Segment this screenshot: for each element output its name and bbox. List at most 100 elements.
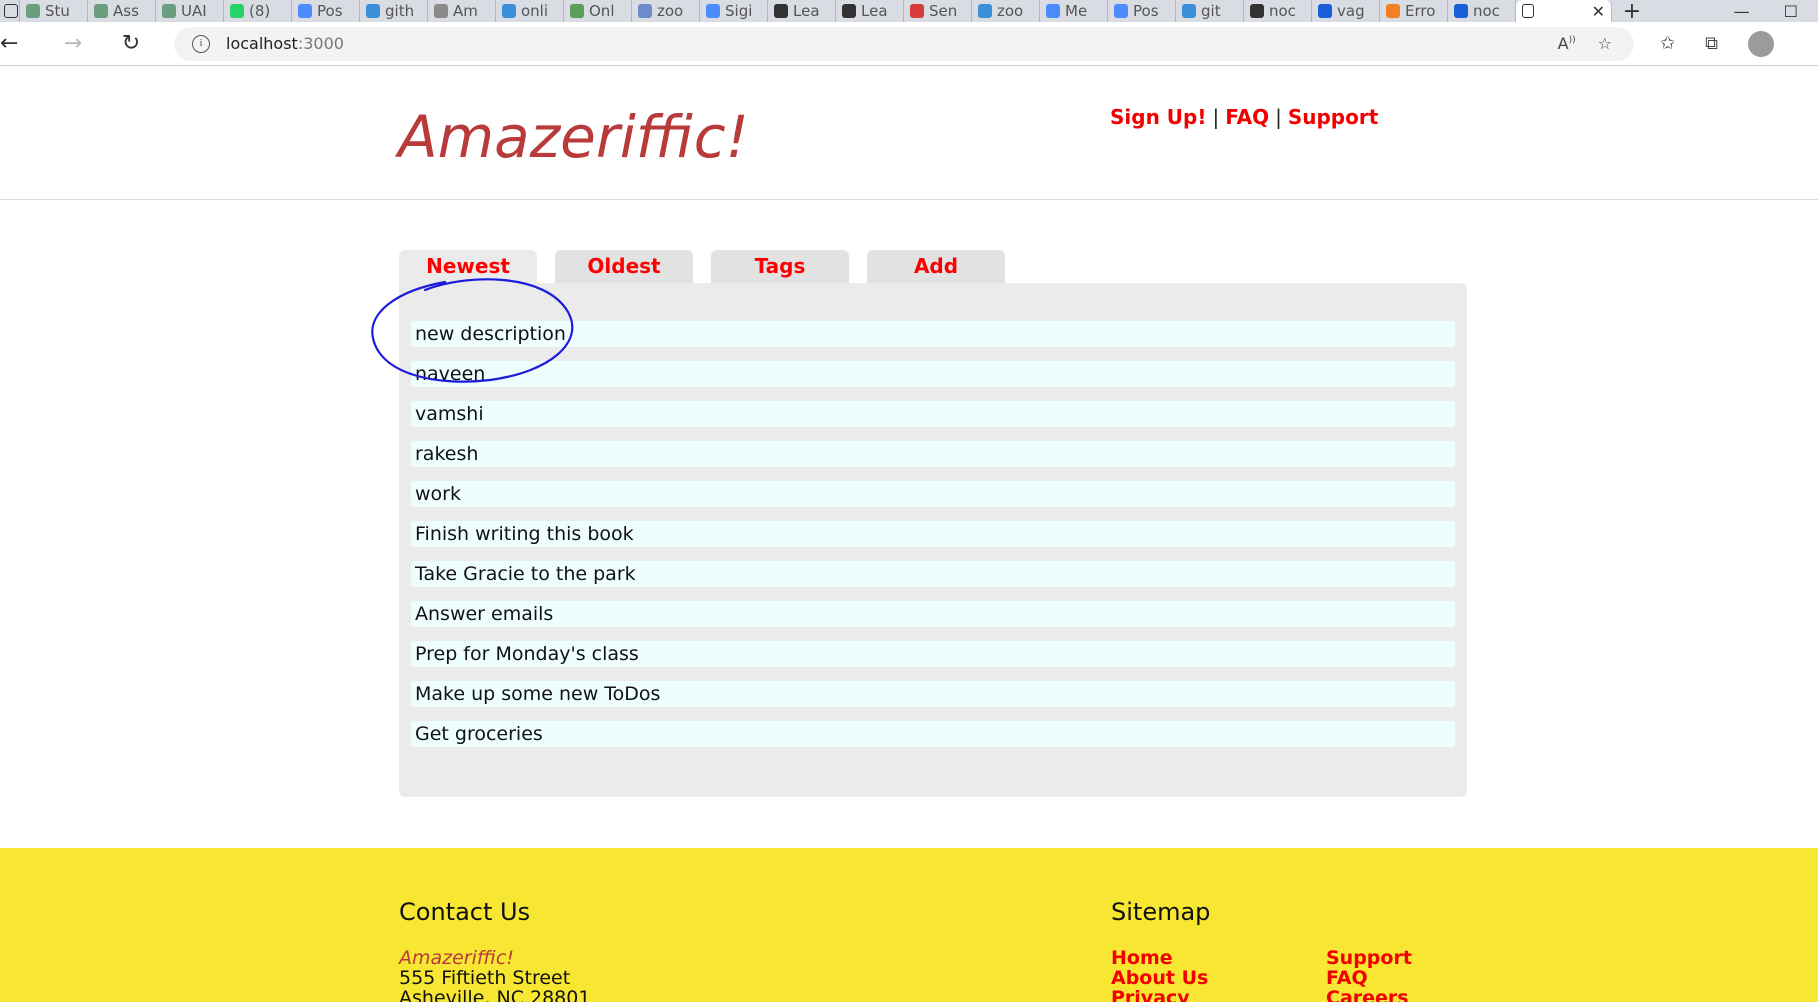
github-icon bbox=[842, 4, 856, 18]
browser-tab[interactable]: Ass bbox=[88, 0, 156, 22]
search-icon bbox=[1454, 4, 1468, 18]
browser-tab[interactable]: Stu bbox=[20, 0, 88, 22]
browser-tab[interactable]: Me bbox=[1040, 0, 1108, 22]
browser-tab[interactable]: UAI bbox=[156, 0, 224, 22]
profile-avatar[interactable] bbox=[1747, 30, 1774, 57]
browser-tab-partial[interactable] bbox=[0, 0, 20, 22]
browser-tab[interactable]: Sen bbox=[904, 0, 972, 22]
browser-tab-label: Pos bbox=[317, 2, 343, 20]
browser-tab[interactable]: Erro bbox=[1380, 0, 1448, 22]
browser-tab-label: Stu bbox=[45, 2, 70, 20]
todo-item: Answer emails bbox=[411, 601, 1455, 627]
forward-button[interactable]: → bbox=[50, 22, 96, 66]
url-port: :3000 bbox=[297, 34, 344, 53]
sitemap-careers-link[interactable]: Careers bbox=[1326, 988, 1412, 1002]
browser-tab-label: Me bbox=[1065, 2, 1088, 20]
sitemap-support-link[interactable]: Support bbox=[1326, 948, 1412, 968]
sitemap-about-link[interactable]: About Us bbox=[1111, 968, 1208, 988]
browser-tab[interactable]: Pos bbox=[292, 0, 360, 22]
reload-button[interactable]: ↻ bbox=[108, 22, 154, 66]
todo-item: work bbox=[411, 481, 1455, 507]
site-logo: Amazeriffic! bbox=[398, 103, 749, 171]
browser-tab[interactable]: vag bbox=[1312, 0, 1380, 22]
collections-icon[interactable]: ⧉ bbox=[1705, 33, 1718, 54]
browser-tab-label: zoo bbox=[657, 2, 684, 20]
minimize-icon[interactable]: — bbox=[1734, 2, 1750, 21]
tab-oldest[interactable]: Oldest bbox=[555, 250, 693, 283]
browser-tab-strip: Stu Ass UAI (8) Pos gith Am onli Onl zoo Sigi Lea Le… bbox=[0, 0, 1818, 22]
bing-icon bbox=[978, 4, 992, 18]
uab-icon bbox=[26, 4, 40, 18]
tab-add[interactable]: Add bbox=[867, 250, 1005, 283]
zoom-icon bbox=[706, 4, 720, 18]
zoom-icon bbox=[1046, 4, 1060, 18]
browser-tab-label: Am bbox=[453, 2, 478, 20]
browser-tab-label: (8) bbox=[249, 2, 271, 20]
todo-item: new description bbox=[411, 321, 1455, 347]
footer-company: Amazeriffic! bbox=[399, 947, 514, 969]
browser-tab[interactable]: (8) bbox=[224, 0, 292, 22]
whatsapp-icon bbox=[230, 4, 244, 18]
browser-tab[interactable]: Lea bbox=[768, 0, 836, 22]
page-icon bbox=[1522, 4, 1534, 18]
contact-title: Contact Us bbox=[399, 898, 531, 926]
browser-tab[interactable]: Lea bbox=[836, 0, 904, 22]
browser-tab[interactable]: Am bbox=[428, 0, 496, 22]
sitemap-privacy-link[interactable]: Privacy bbox=[1111, 988, 1208, 1002]
browser-tab-label: vag bbox=[1337, 2, 1365, 20]
browser-tab-active[interactable]: ✕ bbox=[1516, 0, 1612, 22]
support-link[interactable]: Support bbox=[1288, 105, 1378, 129]
back-button[interactable]: ← bbox=[0, 22, 20, 66]
todo-panel: new description naveen vamshi rakesh work Fin… bbox=[399, 283, 1467, 797]
tab-newest[interactable]: Newest bbox=[399, 250, 537, 283]
browser-tab[interactable]: zoo bbox=[632, 0, 700, 22]
new-tab-button[interactable]: + bbox=[1612, 0, 1652, 22]
info-icon[interactable]: i bbox=[192, 34, 210, 53]
tab-tags[interactable]: Tags bbox=[711, 250, 849, 283]
address-bar[interactable]: i localhost:3000 A)) ☆ bbox=[174, 26, 1634, 61]
add-favorite-icon[interactable]: ☆ bbox=[1598, 34, 1612, 53]
todo-item: vamshi bbox=[411, 401, 1455, 427]
browser-tab-label: noc bbox=[1473, 2, 1500, 20]
browser-tab-label: Erro bbox=[1405, 2, 1436, 20]
browser-tab[interactable]: zoo bbox=[972, 0, 1040, 22]
browser-tab[interactable]: git bbox=[1176, 0, 1244, 22]
browser-tab[interactable]: Pos bbox=[1108, 0, 1176, 22]
read-aloud-icon[interactable]: A)) bbox=[1558, 34, 1576, 53]
footer-street: 555 Fiftieth Street bbox=[399, 967, 571, 989]
favorites-icon[interactable]: ✩ bbox=[1660, 33, 1675, 54]
site-footer: Contact Us Amazeriffic! 555 Fiftieth Str… bbox=[0, 848, 1818, 1002]
footer-city: Asheville, NC 28801 bbox=[399, 987, 591, 1002]
browser-tab-label: Sen bbox=[929, 2, 958, 20]
browser-tab[interactable]: Onl bbox=[564, 0, 632, 22]
sitemap-home-link[interactable]: Home bbox=[1111, 948, 1208, 968]
uab-icon bbox=[162, 4, 176, 18]
browser-tab[interactable]: noc bbox=[1244, 0, 1312, 22]
browser-tab-label: zoo bbox=[997, 2, 1024, 20]
contact-address: Amazeriffic! 555 Fiftieth Street Ashevil… bbox=[399, 948, 590, 1002]
signup-link[interactable]: Sign Up! bbox=[1110, 105, 1206, 129]
top-nav: Sign Up! | FAQ | Support bbox=[1110, 105, 1378, 129]
close-tab-icon[interactable]: ✕ bbox=[1592, 2, 1605, 21]
todo-item: naveen bbox=[411, 361, 1455, 387]
stackoverflow-icon bbox=[1386, 4, 1400, 18]
nav-separator: | bbox=[1275, 105, 1282, 129]
sitemap-title: Sitemap bbox=[1111, 898, 1211, 926]
todo-item: Make up some new ToDos bbox=[411, 681, 1455, 707]
browser-tab-label: Sigi bbox=[725, 2, 753, 20]
maximize-icon[interactable]: ☐ bbox=[1784, 2, 1798, 21]
faq-link[interactable]: FAQ bbox=[1225, 105, 1269, 129]
browser-tab[interactable]: onli bbox=[496, 0, 564, 22]
sitemap-faq-link[interactable]: FAQ bbox=[1326, 968, 1412, 988]
browser-tab[interactable]: gith bbox=[360, 0, 428, 22]
zoom-icon bbox=[298, 4, 312, 18]
browser-tab-label: onli bbox=[521, 2, 549, 20]
browser-tab-label: gith bbox=[385, 2, 415, 20]
page-icon bbox=[4, 4, 18, 18]
code-icon bbox=[570, 4, 584, 18]
github-icon bbox=[774, 4, 788, 18]
todo-tabs: Newest Oldest Tags Add bbox=[399, 250, 1005, 283]
bing-icon bbox=[1182, 4, 1196, 18]
browser-tab[interactable]: Sigi bbox=[700, 0, 768, 22]
browser-tab[interactable]: noc bbox=[1448, 0, 1516, 22]
